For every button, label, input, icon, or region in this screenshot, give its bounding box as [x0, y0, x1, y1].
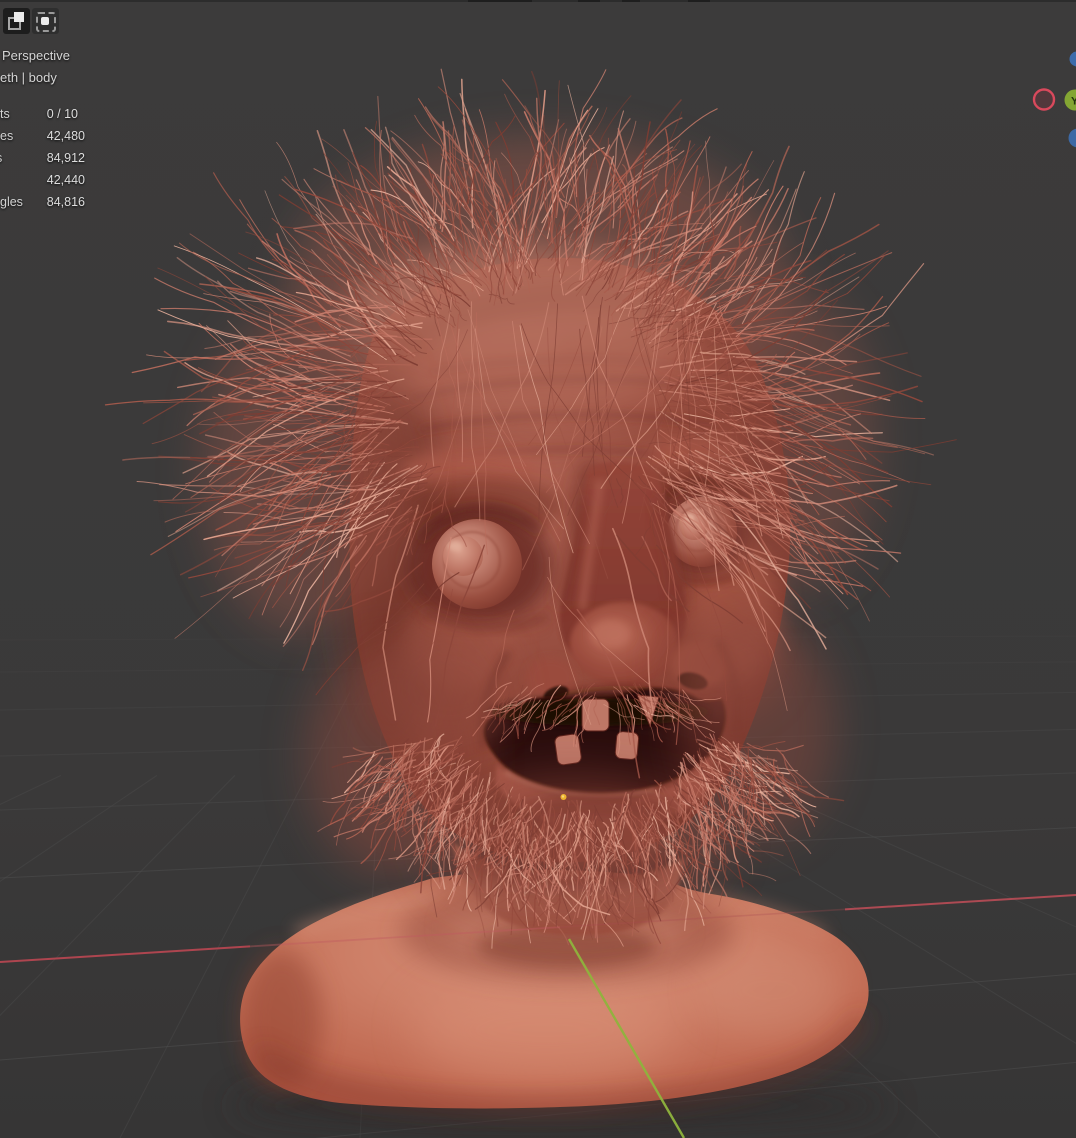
viewport-3d[interactable] — [0, 0, 1076, 1138]
gizmo-axis-x-negative-ball[interactable] — [1032, 88, 1056, 111]
view-perspective-label: Perspective — [2, 48, 70, 63]
header-edge-segment — [578, 0, 600, 2]
toggle-overlapping-squares-button[interactable] — [3, 8, 30, 34]
stat-value: 84,816 — [46, 195, 85, 209]
header-edge-strip — [0, 0, 1076, 2]
square-solid-icon — [14, 12, 24, 22]
header-edge-segment — [622, 0, 640, 2]
gizmo-axis-y-label: Y — [1071, 96, 1076, 108]
stat-value: 42,480 — [46, 129, 85, 143]
header-edge-segment — [688, 0, 710, 2]
toggle-dashed-square-button[interactable] — [32, 8, 59, 34]
gizmo-axis-z-ball[interactable] — [1069, 51, 1076, 67]
stat-value: 84,912 — [46, 151, 85, 165]
particle-marker-core — [561, 795, 565, 798]
header-edge-segment — [468, 0, 532, 2]
stat-value: 0 / 10 — [46, 107, 78, 121]
gizmo-axis-z2-ball[interactable] — [1068, 128, 1076, 148]
navigation-gizmo[interactable]: Y — [1016, 44, 1076, 154]
active-object-label: eth | body — [0, 70, 57, 85]
square-core-icon — [41, 17, 49, 25]
stat-value: 42,440 — [46, 173, 85, 187]
